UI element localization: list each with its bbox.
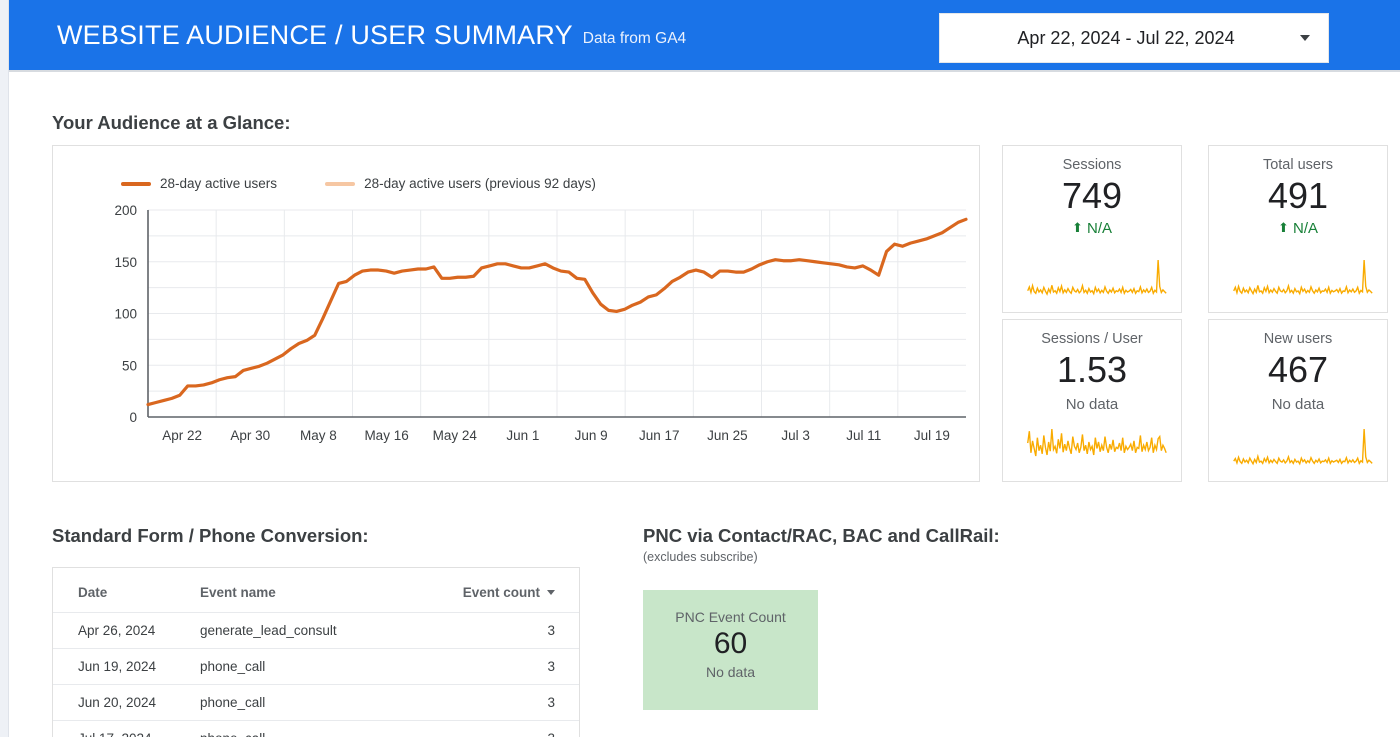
form-section-heading: Standard Form / Phone Conversion: <box>52 525 369 546</box>
active-users-line-chart: 0 50 100 150 200 Apr 22 Apr 30 May 8 May 16 May … <box>114 203 968 443</box>
cell-date: Jun 19, 2024 <box>53 648 200 685</box>
cell-event-name: phone_call <box>200 684 450 721</box>
chart-gridlines <box>148 209 966 418</box>
cell-event-name: phone_call <box>200 720 450 737</box>
cell-event-count: 3 <box>450 612 579 649</box>
table-row[interactable]: Jul 17, 2024phone_call3 <box>53 720 579 737</box>
table-row[interactable]: Jun 19, 2024 phone_call 3 <box>53 648 579 685</box>
chart-x-tick: Jun 9 <box>575 428 608 443</box>
scorecard-delta-text: No data <box>1271 396 1325 413</box>
dashboard-header: WEBSITE AUDIENCE / USER SUMMARY Data fro… <box>9 0 1400 72</box>
sparkline-sessions <box>1027 259 1167 296</box>
date-range-label: Apr 22, 2024 - Jul 22, 2024 <box>1017 27 1235 48</box>
sparkline-sessions-per-user <box>1027 428 1167 457</box>
chart-y-tick: 0 <box>129 410 137 425</box>
form-conversion-table-card: Date Event name Event count Apr 26, 2024… <box>52 567 580 737</box>
column-header-event-count[interactable]: Event count <box>450 568 579 613</box>
form-conversion-table: Date Event name Event count Apr 26, 2024… <box>53 568 579 737</box>
cell-date: Jun 20, 2024 <box>53 684 200 721</box>
chart-x-tick: May 16 <box>364 428 408 443</box>
audience-section-heading: Your Audience at a Glance: <box>52 112 291 133</box>
scorecard-value: 749 <box>1061 175 1123 216</box>
scorecard-delta-text: No data <box>1065 396 1119 413</box>
table-header-row: Date Event name Event count <box>53 568 579 613</box>
scorecard-value: 1.53 <box>1056 349 1128 390</box>
cell-event-count: 3 <box>450 720 579 737</box>
chart-x-tick: Apr 30 <box>230 428 270 443</box>
scorecard-new-users[interactable]: New users 467 No data <box>1208 319 1388 482</box>
chart-x-tick: Jun 1 <box>506 428 539 443</box>
chart-y-tick: 150 <box>114 255 137 270</box>
scorecard-delta-text: N/A <box>1293 220 1319 237</box>
page-title: WEBSITE AUDIENCE / USER SUMMARY <box>57 19 573 50</box>
pnc-card-value: 60 <box>713 627 748 660</box>
page-subtitle: Data from GA4 <box>582 30 687 47</box>
pnc-card-label: PNC Event Count <box>675 609 786 625</box>
table-row[interactable]: Apr 26, 2024 generate_lead_consult 3 <box>53 612 579 649</box>
column-header-date[interactable]: Date <box>53 568 200 613</box>
sparkline-new-users <box>1233 428 1373 466</box>
chevron-down-icon[interactable] <box>1282 35 1328 41</box>
chart-y-tick: 100 <box>114 307 137 322</box>
date-range-picker[interactable]: Apr 22, 2024 - Jul 22, 2024 <box>939 13 1329 63</box>
sparkline-total-users <box>1233 259 1373 296</box>
pnc-section-heading: PNC via Contact/RAC, BAC and CallRail: <box>643 525 1000 546</box>
column-header-event-count-label: Event count <box>462 585 540 600</box>
pnc-section-heading-group: PNC via Contact/RAC, BAC and CallRail: (… <box>643 525 1000 564</box>
header-title-group: WEBSITE AUDIENCE / USER SUMMARY Data fro… <box>57 0 686 70</box>
dashboard-page: WEBSITE AUDIENCE / USER SUMMARY Data fro… <box>9 0 1400 737</box>
chart-y-axis-labels: 0 50 100 150 200 <box>114 203 137 425</box>
pnc-card-nodata: No data <box>705 664 756 680</box>
table-row[interactable]: Jun 20, 2024 phone_call 3 <box>53 684 579 721</box>
cell-event-count: 3 <box>450 684 579 721</box>
scorecard-label: New users <box>1263 331 1333 347</box>
chart-x-tick: Apr 22 <box>162 428 202 443</box>
chart-x-tick: Jul 11 <box>846 428 881 443</box>
chart-x-tick: Jul 3 <box>781 428 810 443</box>
scorecard-value: 467 <box>1267 349 1329 390</box>
scorecard-label: Sessions / User <box>1041 331 1143 347</box>
chart-x-tick: Jul 19 <box>914 428 950 443</box>
scorecard-delta: ⬆ N/A <box>1209 220 1387 237</box>
pnc-section-subheading: (excludes subscribe) <box>643 550 758 564</box>
scorecard-label: Total users <box>1262 157 1334 173</box>
chart-y-tick: 50 <box>122 358 137 373</box>
arrow-up-icon: ⬆ <box>1277 220 1289 235</box>
chart-x-tick: Jun 25 <box>707 428 748 443</box>
cell-event-name: generate_lead_consult <box>200 612 450 649</box>
cell-date: Apr 26, 2024 <box>53 612 200 649</box>
arrow-up-icon: ⬆ <box>1071 220 1083 235</box>
sort-descending-icon[interactable] <box>547 590 555 595</box>
pnc-event-count-card[interactable]: PNC Event Count 60 No data <box>643 590 818 710</box>
chart-x-tick: Jun 17 <box>639 428 680 443</box>
active-users-chart-card: 28-day active users 28-day active users … <box>52 145 980 482</box>
cell-date: Jul 17, 2024 <box>53 720 200 737</box>
chart-x-tick: May 8 <box>300 428 337 443</box>
scorecard-delta: ⬆ N/A <box>1003 220 1181 237</box>
scorecard-sessions[interactable]: Sessions 749 ⬆ N/A <box>1002 145 1182 313</box>
chart-x-axis-labels: Apr 22 Apr 30 May 8 May 16 May 24 Jun 1 Jun 9 J… <box>162 428 950 443</box>
scorecard-total-users[interactable]: Total users 491 ⬆ N/A <box>1208 145 1388 313</box>
scorecard-label: Sessions <box>1062 157 1122 173</box>
scorecard-delta-text: N/A <box>1087 220 1113 237</box>
chart-y-tick: 200 <box>114 203 137 218</box>
cell-event-count: 3 <box>450 648 579 685</box>
scorecard-value: 491 <box>1267 175 1329 216</box>
column-header-event-name[interactable]: Event name <box>200 568 450 613</box>
chart-x-tick: May 24 <box>433 428 478 443</box>
scorecard-sessions-per-user[interactable]: Sessions / User 1.53 No data <box>1002 319 1182 482</box>
cell-event-name: phone_call <box>200 648 450 685</box>
left-rail <box>0 0 9 737</box>
